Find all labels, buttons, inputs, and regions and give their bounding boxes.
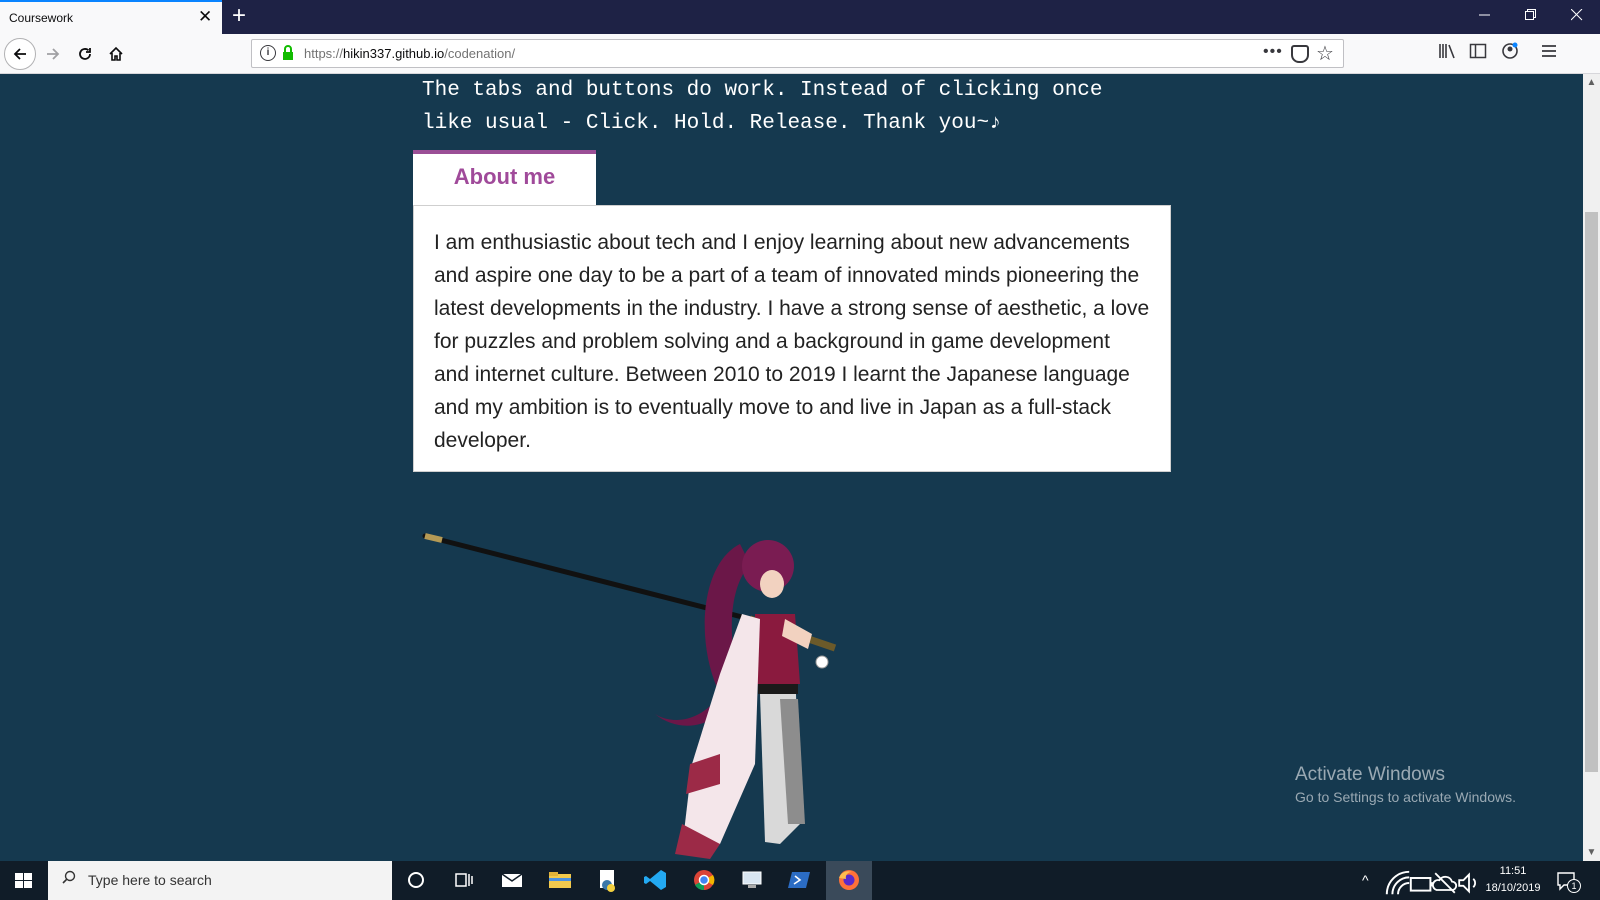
library-icon[interactable] bbox=[1438, 42, 1456, 60]
activate-title: Activate Windows bbox=[1295, 764, 1445, 785]
mail-icon[interactable] bbox=[498, 866, 526, 894]
windows-start-icon[interactable] bbox=[0, 861, 48, 900]
scroll-down-arrow-icon[interactable]: ▼ bbox=[1583, 844, 1600, 861]
pocket-icon[interactable] bbox=[1291, 45, 1309, 63]
clock-time: 11:51 bbox=[1499, 865, 1527, 877]
firefox-taskbar-button[interactable] bbox=[826, 861, 872, 900]
intro-line-2: like usual - Click. Hold. Release. Thank… bbox=[422, 112, 1002, 135]
browser-tab-strip: Coursework ✕ + bbox=[0, 0, 1600, 34]
forward-arrow-icon bbox=[47, 48, 60, 60]
about-text: I am enthusiastic about tech and I enjoy… bbox=[434, 231, 1150, 452]
file-explorer-icon[interactable] bbox=[546, 866, 574, 894]
close-icon bbox=[1570, 8, 1583, 21]
vertical-scrollbar[interactable]: ▲ ▼ bbox=[1583, 74, 1600, 861]
search-placeholder: Type here to search bbox=[88, 872, 212, 888]
browser-tab-active[interactable]: Coursework ✕ bbox=[0, 0, 222, 34]
remote-desktop-icon[interactable] bbox=[738, 866, 766, 894]
tab-close-icon[interactable]: ✕ bbox=[198, 8, 212, 26]
tab-about-me-label: About me bbox=[453, 164, 556, 189]
minimize-button[interactable] bbox=[1462, 0, 1508, 34]
windows-taskbar: Type here to search ^ 11:51 18/10/2019 1 bbox=[0, 861, 1600, 900]
back-button[interactable] bbox=[4, 38, 36, 70]
reload-icon bbox=[79, 48, 91, 60]
address-bar[interactable]: i https://hikin337.github.io/codenation/… bbox=[251, 39, 1344, 68]
tab-title: Coursework bbox=[9, 11, 74, 25]
home-button[interactable] bbox=[101, 39, 131, 69]
lock-icon[interactable] bbox=[282, 45, 294, 61]
activate-windows-watermark: Activate Windows Go to Settings to activ… bbox=[1295, 764, 1516, 805]
scroll-up-arrow-icon[interactable]: ▲ bbox=[1583, 74, 1600, 91]
url-host: hikin337.github.io bbox=[343, 46, 445, 61]
scrollbar-thumb[interactable] bbox=[1585, 212, 1598, 772]
character-illustration bbox=[422, 533, 837, 859]
activate-subtitle: Go to Settings to activate Windows. bbox=[1295, 789, 1516, 805]
page-viewport: The tabs and buttons do work. Instead of… bbox=[0, 74, 1583, 861]
vscode-icon[interactable] bbox=[642, 866, 670, 894]
notification-badge: 1 bbox=[1567, 879, 1581, 893]
restore-icon bbox=[1525, 9, 1536, 20]
url-scheme: https:// bbox=[304, 46, 344, 61]
taskbar-search-box[interactable]: Type here to search bbox=[48, 861, 392, 900]
back-arrow-icon bbox=[13, 48, 26, 60]
new-tab-button[interactable]: + bbox=[232, 3, 246, 29]
menu-icon[interactable] bbox=[1540, 42, 1558, 60]
close-window-button[interactable] bbox=[1554, 0, 1600, 34]
minimize-icon bbox=[1479, 14, 1490, 16]
about-panel: I am enthusiastic about tech and I enjoy… bbox=[413, 205, 1171, 472]
cortana-icon[interactable] bbox=[402, 866, 430, 894]
clock[interactable]: 11:51 18/10/2019 bbox=[1478, 861, 1548, 900]
show-hidden-icons-icon[interactable]: ^ bbox=[1362, 872, 1369, 888]
task-view-icon[interactable] bbox=[450, 866, 478, 894]
page-actions-icon[interactable]: ••• bbox=[1263, 43, 1283, 61]
home-icon bbox=[109, 46, 123, 61]
intro-text: The tabs and buttons do work. Instead of… bbox=[422, 74, 1182, 140]
account-icon[interactable] bbox=[1501, 42, 1519, 60]
restore-button[interactable] bbox=[1508, 0, 1554, 34]
action-center-button[interactable]: 1 bbox=[1555, 869, 1581, 893]
chrome-icon[interactable] bbox=[690, 866, 718, 894]
url-text[interactable]: https://hikin337.github.io/codenation/ bbox=[304, 46, 515, 61]
firefox-icon bbox=[839, 870, 859, 890]
clock-date: 18/10/2019 bbox=[1485, 882, 1541, 894]
powershell-icon[interactable] bbox=[786, 866, 814, 894]
navigation-toolbar: i https://hikin337.github.io/codenation/… bbox=[0, 34, 1600, 74]
search-icon bbox=[62, 870, 76, 884]
intro-line-1: The tabs and buttons do work. Instead of… bbox=[422, 79, 1103, 102]
url-path: /codenation/ bbox=[444, 46, 516, 61]
python-idle-icon[interactable] bbox=[594, 866, 622, 894]
info-icon[interactable]: i bbox=[260, 45, 276, 61]
reload-button[interactable] bbox=[70, 39, 100, 69]
bookmark-star-icon[interactable]: ☆ bbox=[1316, 41, 1334, 66]
sidebar-icon[interactable] bbox=[1469, 42, 1487, 60]
forward-button[interactable] bbox=[38, 39, 68, 69]
tab-about-me[interactable]: About me bbox=[413, 150, 596, 206]
